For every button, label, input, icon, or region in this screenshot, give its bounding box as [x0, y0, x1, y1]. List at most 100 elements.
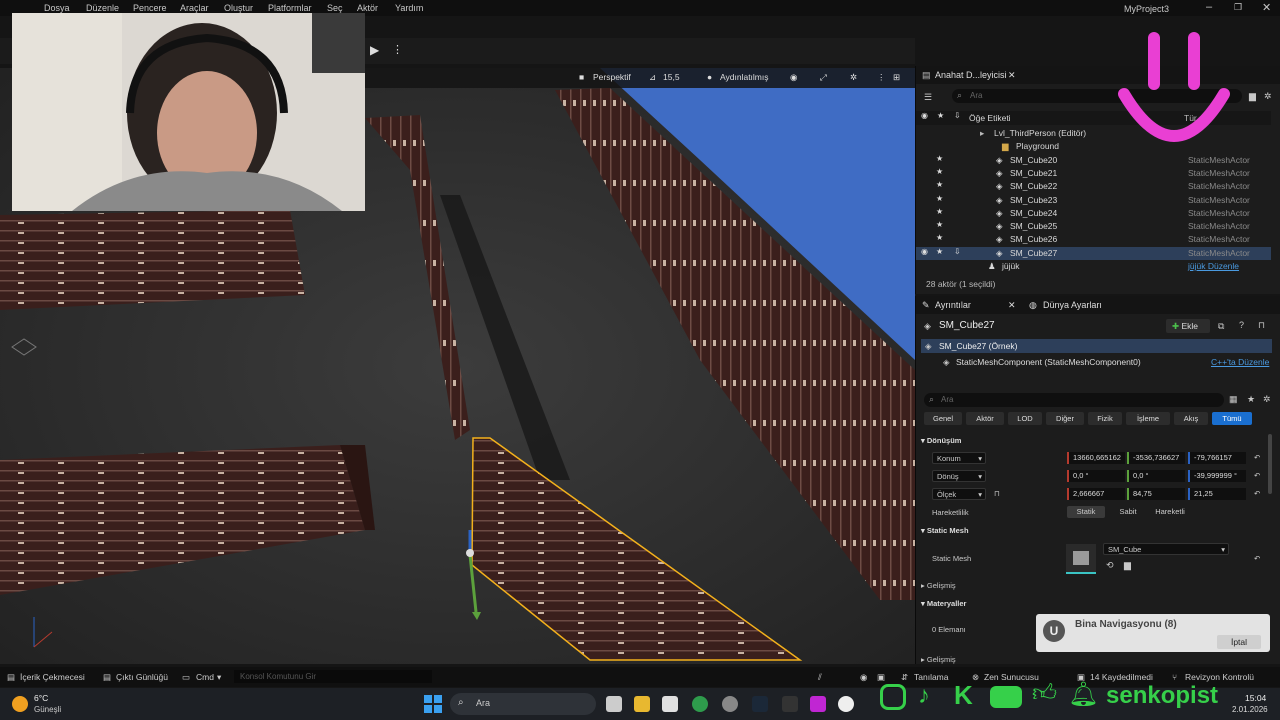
details-scrollbar[interactable] [1268, 434, 1272, 494]
menu-actor[interactable]: Aktör [357, 3, 378, 13]
rotation-z-input[interactable]: -39,999999 ° [1188, 470, 1246, 482]
outliner-row[interactable]: ★ ◈ SM_Cube22 StaticMeshActor [916, 180, 1271, 193]
cancel-button[interactable]: İptal [1217, 635, 1261, 649]
cpp-edit-link[interactable]: C++'ta Düzenle [1211, 357, 1269, 367]
add-component-button[interactable]: ✚ Ekle [1166, 319, 1210, 333]
category-physics[interactable]: Fizik [1088, 412, 1122, 425]
reset-location-icon[interactable]: ↶ [1254, 453, 1260, 462]
outliner-close-icon[interactable]: ✕ [1008, 70, 1016, 81]
layout-icon[interactable]: ⊞ [893, 72, 900, 83]
show-icon[interactable]: ◉ [790, 72, 797, 83]
steam-icon[interactable] [752, 696, 768, 712]
view-mode-dropdown[interactable]: Aydınlatılmış [720, 72, 769, 82]
epic-games-icon[interactable] [782, 696, 798, 712]
menu-build[interactable]: Oluştur [224, 3, 253, 13]
static-mesh-thumbnail[interactable] [1066, 544, 1096, 574]
purple-app-icon[interactable] [810, 696, 826, 712]
menu-select[interactable]: Seç [327, 3, 343, 13]
scale-y-input[interactable]: 84,75 [1127, 488, 1185, 500]
static-mesh-section[interactable]: ▾ Static Mesh [921, 526, 969, 535]
outliner-row[interactable]: ★ ◈ SM_Cube23 StaticMeshActor [916, 194, 1271, 207]
windows-start-icon[interactable] [424, 695, 442, 713]
record-icon[interactable]: ◉ [860, 672, 867, 683]
taskbar-time[interactable]: 15:04 [1245, 693, 1266, 703]
favorite-icon[interactable]: ★ [936, 247, 943, 256]
taskbar-search[interactable]: ⌕ Ara [450, 693, 596, 715]
location-dropdown[interactable]: Konum ▾ [932, 452, 986, 464]
cmd-dropdown[interactable]: Cmd [196, 672, 214, 682]
favorite-icon[interactable]: ★ [936, 167, 943, 176]
menu-platforms[interactable]: Platformlar [268, 3, 312, 13]
mobility-movable[interactable]: Hareketli [1149, 506, 1191, 518]
favorite-icon[interactable]: ★ [936, 207, 943, 216]
lock-icon[interactable]: ⊓ [1258, 320, 1265, 331]
location-z-input[interactable]: -79,766157 [1188, 452, 1246, 464]
category-lod[interactable]: LOD [1008, 412, 1042, 425]
materials-section[interactable]: ▾ Materyaller [921, 599, 966, 608]
menu-edit[interactable]: Düzenle [86, 3, 119, 13]
reset-scale-icon[interactable]: ↶ [1254, 489, 1260, 498]
folder-add-icon[interactable]: ▆ [1249, 91, 1256, 102]
perspective-dropdown[interactable]: Perspektif [593, 72, 631, 82]
scale-z-input[interactable]: 21,25 [1188, 488, 1246, 500]
details-close-icon[interactable]: ✕ [1008, 300, 1016, 311]
favorite-icon[interactable]: ★ [936, 180, 943, 189]
static-mesh-dropdown[interactable]: SM_Cube ▾ [1103, 543, 1229, 555]
blueprint-icon[interactable]: ⧉ [1218, 321, 1224, 332]
scale-lock-icon[interactable]: ⊓ [994, 489, 1000, 498]
advanced-toggle[interactable]: ▸ Gelişmiş [921, 581, 956, 590]
visibility-icon[interactable]: ◉ [921, 247, 928, 256]
location-x-input[interactable]: 13660,665162 [1067, 452, 1125, 464]
details-search-input[interactable]: ⌕ Ara [924, 393, 1224, 407]
viewport-options-icon[interactable]: ⋮ [877, 72, 886, 83]
content-drawer-button[interactable]: İçerik Çekmecesi [20, 672, 85, 682]
category-misc[interactable]: Diğer [1046, 412, 1084, 425]
col-label[interactable]: Öğe Etiketi [969, 113, 1011, 123]
outliner-tab[interactable]: Anahat D...leyicisi [935, 70, 1007, 80]
details-tab[interactable]: Ayrıntılar [935, 300, 971, 310]
category-rendering[interactable]: İşleme [1126, 412, 1170, 425]
reset-rotation-icon[interactable]: ↶ [1254, 471, 1260, 480]
edit-link[interactable]: jüjük Düzenle [1188, 261, 1239, 271]
outliner-row[interactable]: ★ ◈ SM_Cube21 StaticMeshActor [916, 167, 1271, 180]
camera-speed[interactable]: 15,5 [663, 72, 680, 82]
minimize-icon[interactable]: – [1206, 1, 1212, 13]
filter-icon[interactable]: ☰ [924, 92, 932, 103]
close-icon[interactable]: ✕ [1262, 1, 1271, 14]
more-options-icon[interactable]: ⋮ [392, 43, 403, 56]
chrome-icon[interactable] [692, 696, 708, 712]
scale-x-input[interactable]: 2,666667 [1067, 488, 1125, 500]
store-icon[interactable] [662, 696, 678, 712]
transform-section[interactable]: ▾ Dönüşüm [921, 436, 961, 445]
location-y-input[interactable]: -3536,736627 [1127, 452, 1185, 464]
category-all[interactable]: Tümü [1212, 412, 1252, 425]
grid-icon[interactable]: ▦ [1229, 394, 1238, 405]
scale-dropdown[interactable]: Ölçek ▾ [932, 488, 986, 500]
rotation-dropdown[interactable]: Dönüş ▾ [932, 470, 986, 482]
world-settings-tab[interactable]: Dünya Ayarları [1043, 300, 1102, 310]
reset-mesh-icon[interactable]: ↶ [1254, 554, 1260, 563]
zen-server-button[interactable]: Zen Sunucusu [984, 672, 1039, 682]
instance-row[interactable]: ◈ SM_Cube27 (Örnek) [921, 339, 1272, 353]
menu-file[interactable]: Dosya [44, 3, 70, 13]
console-input[interactable]: Konsol Komutunu Gir [234, 670, 432, 683]
weather-temp[interactable]: 6°C [34, 693, 48, 703]
outliner-row[interactable]: ★ ◈ SM_Cube24 StaticMeshActor [916, 207, 1271, 220]
category-general[interactable]: Genel [924, 412, 962, 425]
favorite-icon[interactable]: ★ [936, 233, 943, 242]
favorite-icon[interactable]: ★ [936, 194, 943, 203]
camera-status-icon[interactable]: ▣ [877, 672, 885, 683]
outliner-row[interactable]: ★ ◈ SM_Cube26 StaticMeshActor [916, 233, 1271, 246]
browse-icon[interactable]: ▆ [1124, 560, 1131, 571]
settings-icon[interactable]: ✲ [850, 72, 857, 83]
component-label[interactable]: StaticMeshComponent (StaticMeshComponent… [956, 357, 1141, 367]
output-log-button[interactable]: Çıktı Günlüğü [116, 672, 168, 682]
favorite-icon[interactable]: ★ [936, 154, 943, 163]
task-view-icon[interactable] [606, 696, 622, 712]
outliner-settings-icon[interactable]: ✲ [1264, 91, 1272, 102]
play-icon[interactable]: ▶ [370, 43, 379, 57]
unreal-taskbar-icon[interactable] [838, 696, 854, 712]
obs-icon[interactable] [722, 696, 738, 712]
pin-icon[interactable]: ⇩ [954, 247, 961, 256]
use-selected-icon[interactable]: ⟲ [1106, 560, 1114, 571]
